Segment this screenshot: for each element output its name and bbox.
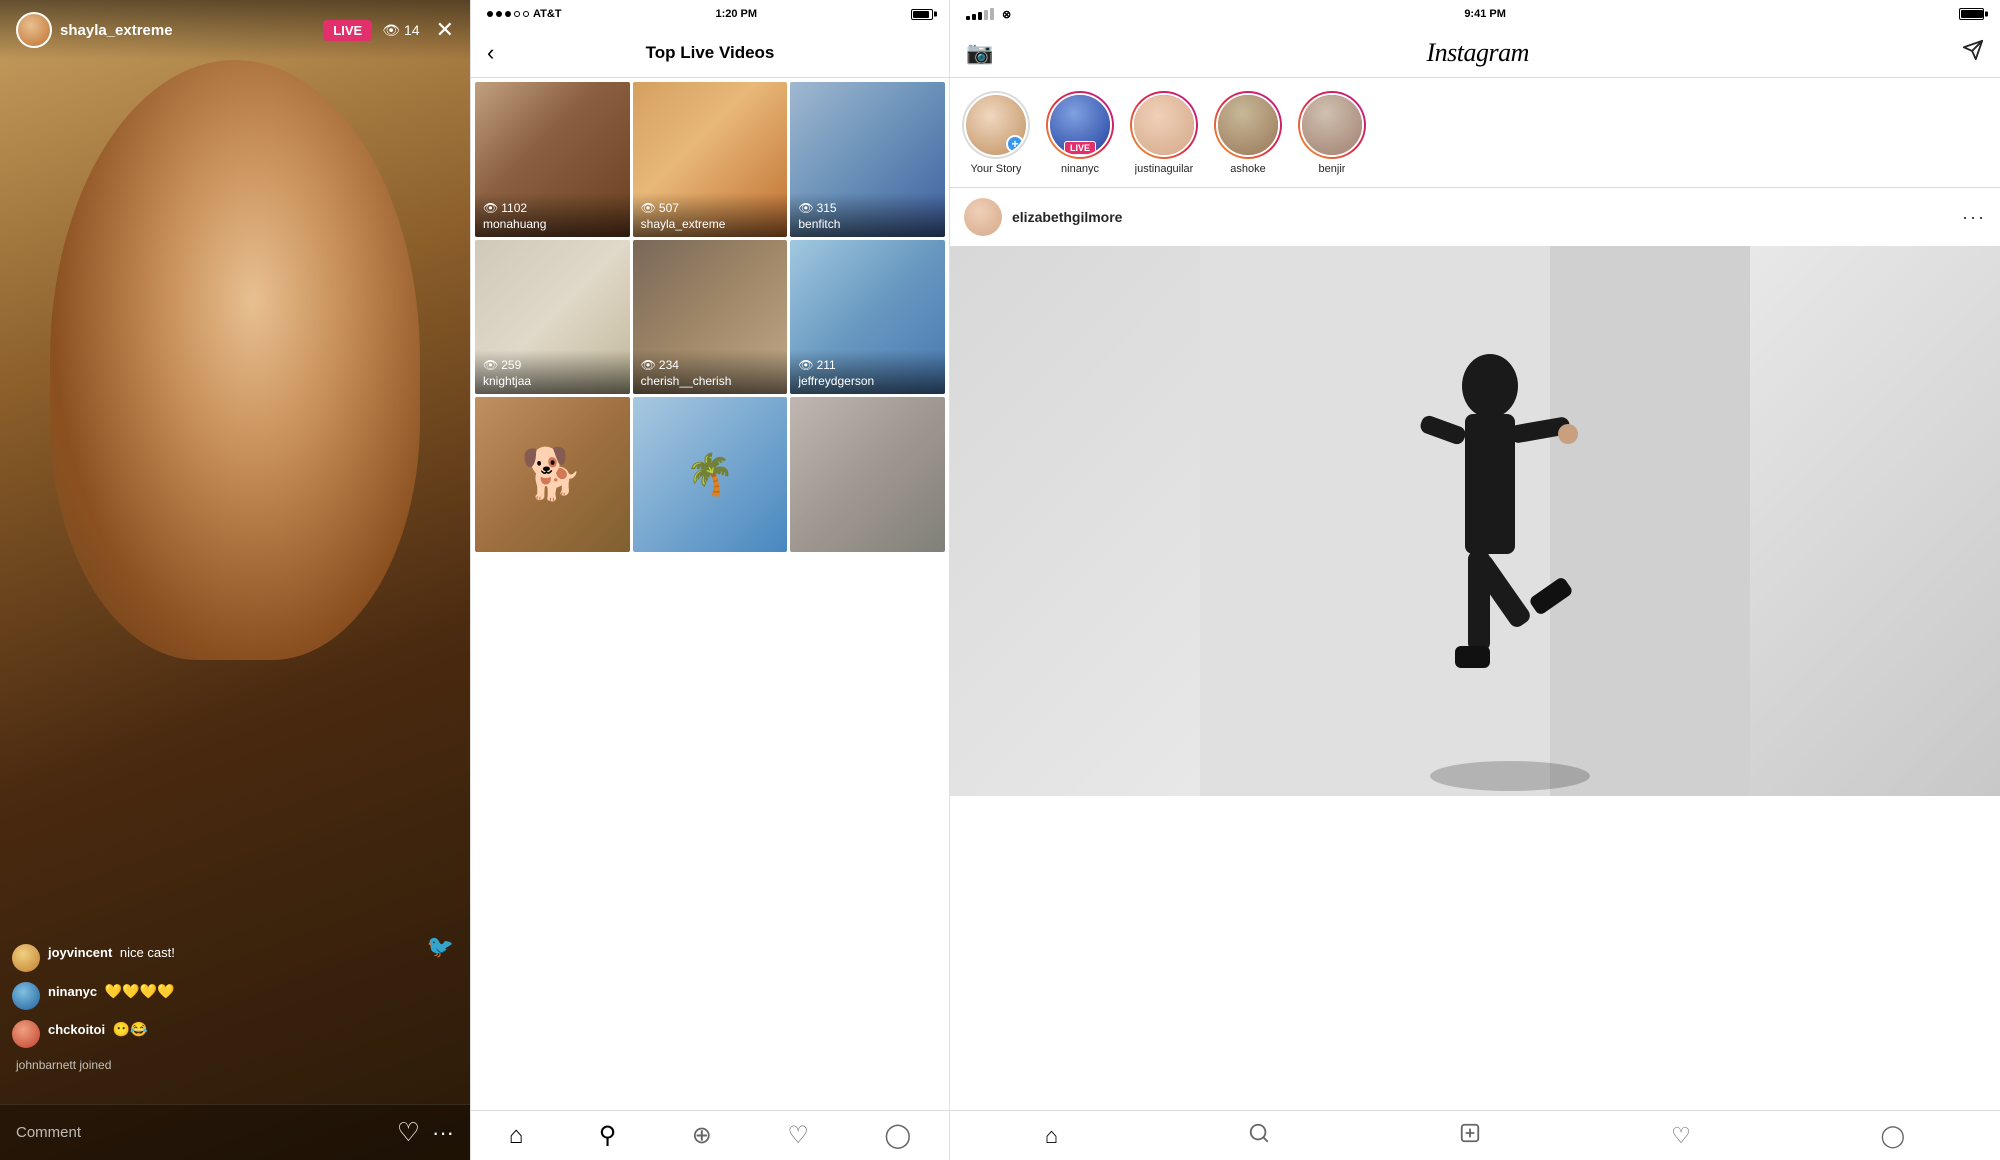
- video-cell-palms[interactable]: 🌴: [633, 397, 788, 552]
- eye-icon: 👁: [483, 201, 498, 215]
- tab-profile[interactable]: ◯: [884, 1121, 911, 1150]
- instagram-logo: Instagram: [1427, 38, 1529, 68]
- tab-search-icon[interactable]: [1248, 1122, 1270, 1150]
- heart-float: 🐦: [427, 934, 454, 960]
- comment-avatar: [12, 944, 40, 972]
- tab-profile-icon[interactable]: ◯: [1880, 1123, 1905, 1149]
- tab-camera[interactable]: ⊕: [692, 1121, 712, 1150]
- grid-row: 👁 1102 monahuang 👁 507 shayla_extreme 👁 …: [475, 82, 945, 237]
- close-button[interactable]: ✕: [436, 17, 454, 43]
- story-item-your-story[interactable]: + Your Story: [962, 91, 1030, 175]
- story-label: benjir: [1319, 163, 1346, 175]
- story-circle: +: [962, 91, 1030, 159]
- live-stream-panel: shayla_extreme LIVE 👁 14 ✕ joyvincent ni…: [0, 0, 470, 1160]
- top-live-panel: AT&T 1:20 PM ‹ Top Live Videos 👁 1102 mo…: [470, 0, 950, 1160]
- carrier-name: AT&T: [533, 8, 562, 20]
- face-highlight: [50, 60, 420, 660]
- story-item-ninanyc[interactable]: LIVE ninanyc: [1046, 91, 1114, 175]
- comment-item: chckoitoi 😶😂: [12, 1020, 398, 1048]
- comments-area: joyvincent nice cast! ninanyc 💛💛💛💛 chcko…: [0, 944, 410, 1080]
- story-label: Your Story: [971, 163, 1022, 175]
- post-image: [950, 246, 2000, 796]
- live-badge: LIVE: [323, 20, 372, 41]
- feed-tab-bar: ⌂ ♡ ◯: [950, 1110, 2000, 1160]
- tab-home-icon[interactable]: ⌂: [1045, 1123, 1058, 1149]
- more-button[interactable]: ···: [432, 1120, 454, 1146]
- status-bar: AT&T 1:20 PM: [471, 0, 949, 28]
- page-title: Top Live Videos: [646, 43, 775, 63]
- story-circle: [1214, 91, 1282, 159]
- post-more-button[interactable]: ···: [1962, 207, 1986, 228]
- story-circle: [1298, 91, 1366, 159]
- viewer-count: 👁 14: [382, 22, 419, 39]
- comment-avatar: [12, 982, 40, 1010]
- joined-notice: johnbarnett joined: [12, 1058, 398, 1072]
- grid-row: 👁 259 knightjaa 👁 234 cherish__cherish 👁…: [475, 240, 945, 395]
- eye-icon: 👁: [382, 22, 400, 39]
- streamer-avatar: [16, 12, 52, 48]
- tab-heart-icon[interactable]: ♡: [1671, 1123, 1691, 1149]
- battery-area: [1959, 8, 1984, 20]
- story-label: ashoke: [1230, 163, 1265, 175]
- back-button[interactable]: ‹: [487, 40, 494, 66]
- comment-item: joyvincent nice cast!: [12, 944, 398, 972]
- status-bar: ⊗ 9:41 PM: [950, 0, 2000, 28]
- story-circle: [1130, 91, 1198, 159]
- comment-avatar: [12, 1020, 40, 1048]
- post-avatar: [964, 198, 1002, 236]
- post-header: elizabethgilmore ···: [950, 188, 2000, 246]
- eye-icon: 👁: [798, 201, 813, 215]
- eye-icon: 👁: [641, 358, 656, 372]
- comment-text: chckoitoi 😶😂: [48, 1020, 148, 1040]
- tab-heart[interactable]: ♡: [787, 1121, 809, 1150]
- video-cell-jeffreydg[interactable]: 👁 211 jeffreydgerson: [790, 240, 945, 395]
- video-cell-monahuang[interactable]: 👁 1102 monahuang: [475, 82, 630, 237]
- tab-bar: ⌂ ⚲ ⊕ ♡ ◯: [471, 1110, 949, 1160]
- camera-icon[interactable]: 📷: [966, 40, 993, 66]
- network-type: ⊗: [1002, 8, 1011, 21]
- eye-icon: 👁: [798, 358, 813, 372]
- tab-add-icon[interactable]: [1459, 1122, 1481, 1150]
- comment-input-placeholder[interactable]: Comment: [16, 1124, 381, 1141]
- video-cell-shayla[interactable]: 👁 507 shayla_extreme: [633, 82, 788, 237]
- story-item-justinaguilar[interactable]: justinaguilar: [1130, 91, 1198, 175]
- eye-icon: 👁: [641, 201, 656, 215]
- video-cell-knightjaa[interactable]: 👁 259 knightjaa: [475, 240, 630, 395]
- story-label: ninanyc: [1061, 163, 1099, 175]
- signal-area: AT&T: [487, 8, 562, 20]
- post-username[interactable]: elizabethgilmore: [1012, 209, 1962, 225]
- live-top-bar: shayla_extreme LIVE 👁 14 ✕: [0, 0, 470, 60]
- comment-item: ninanyc 💛💛💛💛: [12, 982, 398, 1010]
- streamer-username: shayla_extreme: [60, 22, 323, 39]
- nav-bar: ‹ Top Live Videos: [471, 28, 949, 78]
- story-label: justinaguilar: [1135, 163, 1194, 175]
- grid-row: 🐕 🌴: [475, 397, 945, 552]
- status-time: 9:41 PM: [1464, 8, 1506, 20]
- live-story-badge: LIVE: [1064, 141, 1096, 155]
- comment-text: joyvincent nice cast!: [48, 944, 175, 962]
- instagram-header: 📷 Instagram: [950, 28, 2000, 78]
- live-bottom-bar: Comment ♡ ···: [0, 1104, 470, 1160]
- story-item-benjir[interactable]: benjir: [1298, 91, 1366, 175]
- send-icon[interactable]: [1962, 39, 1984, 67]
- tab-home[interactable]: ⌂: [509, 1122, 524, 1150]
- video-cell-cherish[interactable]: 👁 234 cherish__cherish: [633, 240, 788, 395]
- video-cell-dog[interactable]: 🐕: [475, 397, 630, 552]
- heart-button[interactable]: ♡: [397, 1117, 420, 1148]
- instagram-feed-panel: ⊗ 9:41 PM 📷 Instagram: [950, 0, 2000, 1160]
- post-image-svg: [950, 246, 2000, 796]
- video-cell-selfie[interactable]: [790, 397, 945, 552]
- tab-search[interactable]: ⚲: [599, 1121, 617, 1150]
- story-item-ashoke[interactable]: ashoke: [1214, 91, 1282, 175]
- video-grid: 👁 1102 monahuang 👁 507 shayla_extreme 👁 …: [471, 78, 949, 1110]
- battery-area: [911, 9, 933, 20]
- status-time: 1:20 PM: [715, 8, 757, 20]
- story-circle: LIVE: [1046, 91, 1114, 159]
- eye-icon: 👁: [483, 358, 498, 372]
- video-cell-benfitch[interactable]: 👁 315 benfitch: [790, 82, 945, 237]
- signal-area: ⊗: [966, 8, 1011, 21]
- comment-text: ninanyc 💛💛💛💛: [48, 982, 174, 1002]
- stories-row: + Your Story LIVE ninanyc j: [950, 78, 2000, 188]
